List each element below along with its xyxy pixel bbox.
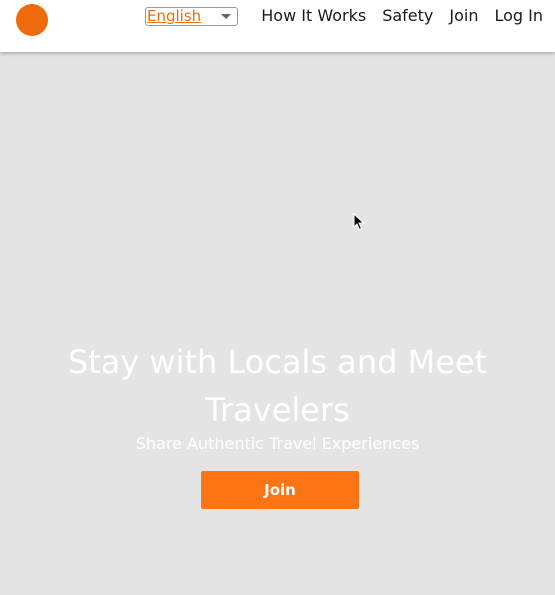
language-select[interactable]: English [145,7,238,26]
language-select-value: English [147,7,202,25]
hero-section: Stay with Locals and Meet Travelers Shar… [0,52,555,595]
site-header: English How It Works Safety Join Log In [0,0,555,52]
nav-safety[interactable]: Safety [382,6,433,26]
hero-title: Stay with Locals and Meet Travelers [67,343,488,429]
hero-subtitle: Share Authentic Travel Experiences [135,434,420,453]
logo-icon[interactable] [16,4,48,36]
nav-log-in[interactable]: Log In [494,6,543,26]
nav-join[interactable]: Join [449,6,478,26]
nav-how-it-works[interactable]: How It Works [261,6,366,26]
main-nav: How It Works Safety Join Log In [261,6,543,26]
chevron-down-icon [221,14,231,19]
join-button[interactable]: Join [201,471,359,509]
arrow-cursor-icon [353,213,365,231]
